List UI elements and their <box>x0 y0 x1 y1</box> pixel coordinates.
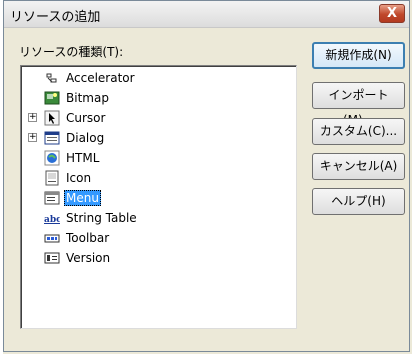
tree-item-label: Cursor <box>66 111 106 125</box>
tree-item-label: Toolbar <box>66 231 110 245</box>
dialog-title: リソースの追加 <box>10 10 101 25</box>
version-icon <box>44 250 60 266</box>
menu-icon <box>44 190 60 206</box>
cursor-icon <box>44 110 60 126</box>
close-button[interactable]: X <box>379 4 405 23</box>
tree-item[interactable]: + Dialog <box>21 129 281 147</box>
add-resource-dialog: リソースの追加 X リソースの種類(T): Accelerator Bitmap +… <box>3 0 410 352</box>
tree-item-label: Icon <box>66 171 92 185</box>
tree-item[interactable]: Bitmap <box>21 89 281 107</box>
tree-item[interactable]: Accelerator <box>21 69 281 87</box>
tree-item-label: Menu <box>64 190 101 206</box>
tree-item[interactable]: Toolbar <box>21 229 281 247</box>
custom-button[interactable]: カスタム(C)... <box>312 118 405 145</box>
help-button[interactable]: ヘルプ(H) <box>312 188 405 215</box>
tree-item[interactable]: Menu <box>21 189 281 207</box>
string-table-icon: abc <box>44 210 62 226</box>
resource-type-label: リソースの種類(T): <box>19 45 124 59</box>
tree-item[interactable]: HTML <box>21 149 281 167</box>
tree-item-label: String Table <box>66 211 137 225</box>
tree-item-label: Version <box>66 251 111 265</box>
title-bar[interactable]: リソースの追加 X <box>4 1 409 28</box>
dialog-icon <box>44 130 60 146</box>
html-icon <box>44 150 60 166</box>
expand-icon[interactable]: + <box>28 133 37 142</box>
tree-item[interactable]: abc String Table <box>21 209 281 227</box>
tree-item[interactable]: + Cursor <box>21 109 281 127</box>
tree-item[interactable]: Icon <box>21 169 281 187</box>
import-button[interactable]: インポート(M)... <box>312 82 405 127</box>
icon-resource-icon <box>44 170 60 186</box>
accelerator-icon <box>44 70 60 86</box>
tree-item[interactable]: Version <box>21 249 281 267</box>
cancel-button[interactable]: キャンセル(A) <box>312 153 405 180</box>
bitmap-icon <box>44 90 60 106</box>
tree-item-label: Accelerator <box>66 71 135 85</box>
tree-item-label: HTML <box>66 151 100 165</box>
expand-icon[interactable]: + <box>28 113 37 122</box>
new-button[interactable]: 新規作成(N) <box>312 42 405 69</box>
tree-item-label: Bitmap <box>66 91 109 105</box>
toolbar-icon <box>44 230 60 246</box>
resource-type-tree[interactable]: Accelerator Bitmap + Cursor + Dialog HTML Icon M… <box>20 65 297 329</box>
tree-item-label: Dialog <box>66 131 105 145</box>
